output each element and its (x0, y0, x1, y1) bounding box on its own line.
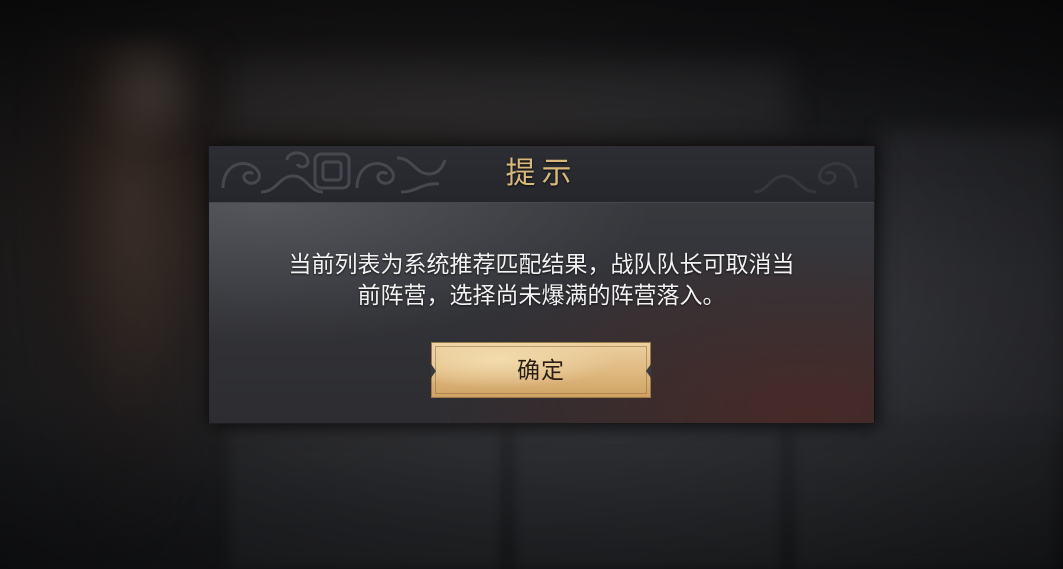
confirm-button[interactable]: 确定 (431, 342, 651, 398)
dialog-title: 提示 (505, 156, 578, 191)
message-line-2: 前阵营，选择尚未爆满的阵营落入。 (357, 283, 726, 309)
dialog-message: 当前列表为系统推荐匹配结果，战队队长可取消当 前阵营，选择尚未爆满的阵营落入。 (249, 250, 834, 312)
message-line-1: 当前列表为系统推荐匹配结果，战队队长可取消当 (288, 252, 795, 278)
notice-dialog: 提示 当前列表为系统推荐匹配结果，战队队长可取消当 前阵营，选择尚未爆满的阵营落… (208, 145, 875, 424)
game-screen: 提示 当前列表为系统推荐匹配结果，战队队长可取消当 前阵营，选择尚未爆满的阵营落… (0, 0, 1063, 569)
dialog-header: 提示 (209, 146, 874, 203)
confirm-button-label: 确定 (517, 358, 565, 384)
